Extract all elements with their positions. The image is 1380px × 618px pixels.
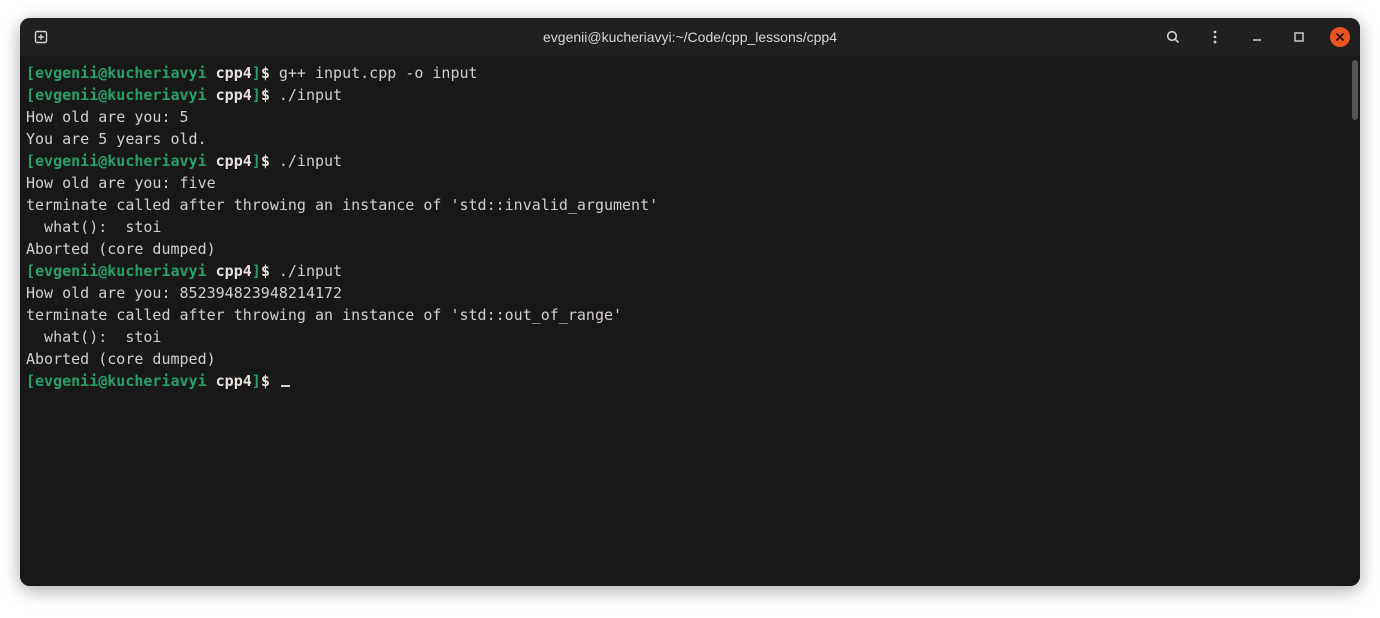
prompt-bracket-open: [ [26,64,35,82]
terminal-line: [evgenii@kucheriavyi cpp4]$ [26,370,1354,392]
terminal-output: You are 5 years old. [26,128,1354,150]
terminal-window: evgenii@kucheriavyi:~/Code/cpp_lessons/c… [20,18,1360,586]
close-button[interactable] [1330,27,1350,47]
prompt-userhost: evgenii@kucheriavyi [35,64,207,82]
terminal-line: [evgenii@kucheriavyi cpp4]$ g++ input.cp… [26,62,1354,84]
terminal-output: How old are you: 852394823948214172 [26,282,1354,304]
terminal-line: [evgenii@kucheriavyi cpp4]$ ./input [26,260,1354,282]
cursor [281,385,290,387]
command-text: ./input [279,262,342,280]
minimize-icon [1250,30,1264,44]
terminal-output: Aborted (core dumped) [26,348,1354,370]
terminal-output: terminate called after throwing an insta… [26,194,1354,216]
maximize-button[interactable] [1288,26,1310,48]
maximize-icon [1293,31,1305,43]
terminal-line: [evgenii@kucheriavyi cpp4]$ ./input [26,150,1354,172]
terminal-line: [evgenii@kucheriavyi cpp4]$ ./input [26,84,1354,106]
prompt-dollar: $ [261,64,279,82]
menu-button[interactable] [1204,26,1226,48]
terminal-output: How old are you: five [26,172,1354,194]
terminal-output: what(): stoi [26,326,1354,348]
window-title: evgenii@kucheriavyi:~/Code/cpp_lessons/c… [20,29,1360,45]
minimize-button[interactable] [1246,26,1268,48]
command-text: ./input [279,86,342,104]
prompt-bracket-close: ] [252,64,261,82]
terminal-output: terminate called after throwing an insta… [26,304,1354,326]
close-icon [1335,32,1345,42]
search-icon [1165,29,1181,45]
command-text: ./input [279,152,342,170]
scrollbar-thumb[interactable] [1352,60,1358,120]
command-text: g++ input.cpp -o input [279,64,478,82]
terminal-body[interactable]: [evgenii@kucheriavyi cpp4]$ g++ input.cp… [20,56,1360,586]
new-tab-button[interactable] [30,26,52,48]
new-tab-icon [33,29,49,45]
terminal-output: what(): stoi [26,216,1354,238]
terminal-output: How old are you: 5 [26,106,1354,128]
kebab-menu-icon [1207,29,1223,45]
terminal-output: Aborted (core dumped) [26,238,1354,260]
search-button[interactable] [1162,26,1184,48]
prompt-dir: cpp4 [216,64,252,82]
titlebar: evgenii@kucheriavyi:~/Code/cpp_lessons/c… [20,18,1360,56]
